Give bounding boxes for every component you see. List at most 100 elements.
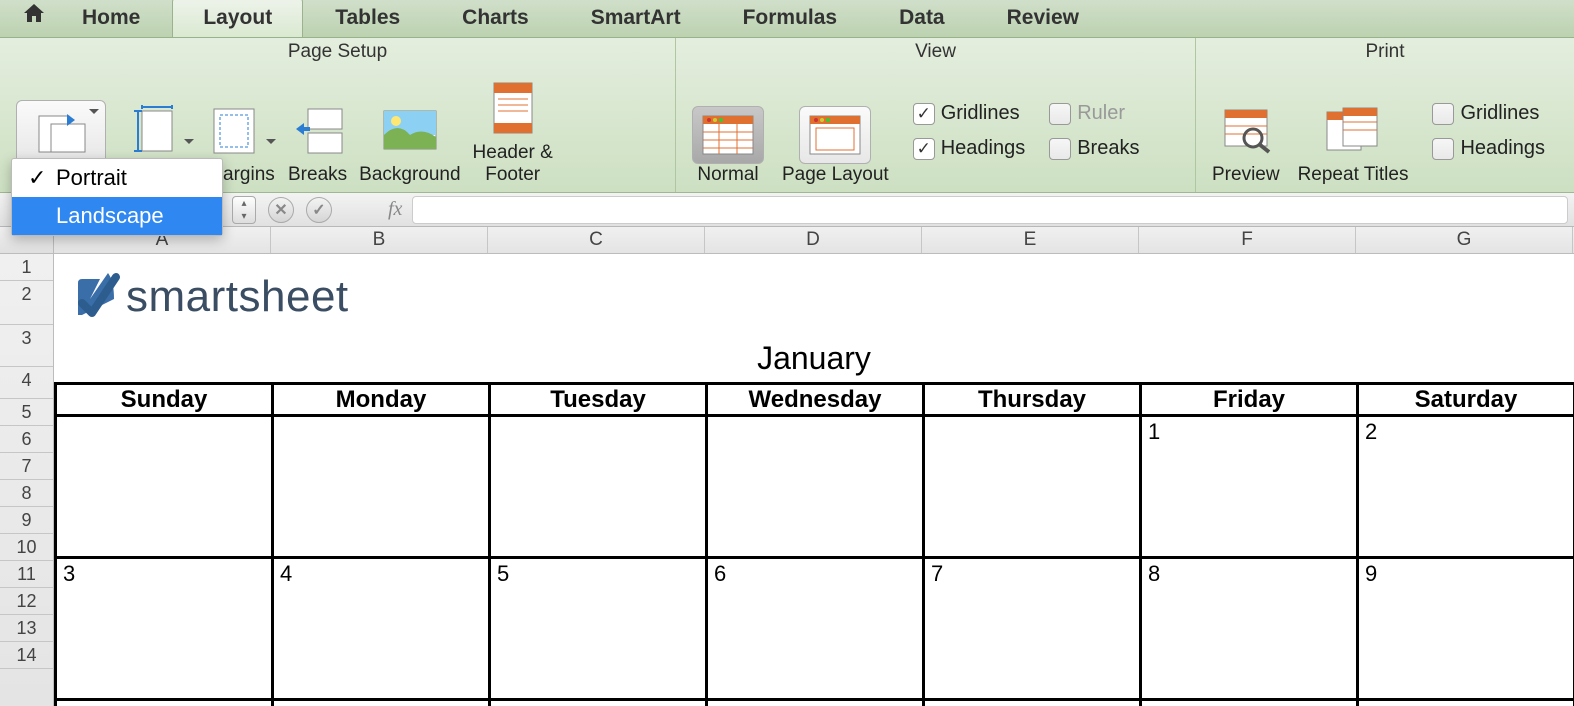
group-print: Print Preview	[1196, 38, 1574, 192]
row-header[interactable]: 10	[0, 534, 53, 561]
calendar-cell[interactable]: 8	[1142, 559, 1359, 701]
tab-data-label: Data	[899, 6, 945, 29]
calendar-cell[interactable]	[925, 417, 1142, 559]
ruler-checkbox[interactable]: Ruler	[1049, 102, 1139, 125]
row-header[interactable]: 12	[0, 588, 53, 615]
check-icon	[1432, 138, 1454, 160]
view-breaks-label: Breaks	[1077, 137, 1139, 160]
calendar-cell[interactable]	[274, 417, 491, 559]
day-header: Tuesday	[491, 385, 708, 417]
row-header[interactable]: 6	[0, 426, 53, 453]
ruler-label: Ruler	[1077, 102, 1125, 125]
view-breaks-checkbox[interactable]: Breaks	[1049, 137, 1139, 160]
calendar-cell[interactable]: 5	[491, 559, 708, 701]
row-header[interactable]: 11	[0, 561, 53, 588]
headings-label: Headings	[941, 137, 1026, 160]
preview-button[interactable]: Preview	[1206, 100, 1286, 186]
check-icon: ✓	[28, 165, 46, 191]
tab-tables[interactable]: Tables	[305, 0, 430, 37]
repeat-titles-button[interactable]: Repeat Titles	[1292, 100, 1415, 186]
calendar-cell[interactable]	[274, 701, 491, 706]
normal-view-button[interactable]: Normal	[686, 106, 770, 186]
month-title: January	[54, 340, 1574, 382]
row-header[interactable]: 2	[0, 281, 53, 325]
calendar-cell[interactable]: 3	[57, 559, 274, 701]
tab-data[interactable]: Data	[869, 0, 975, 37]
logo-text: smartsheet	[126, 272, 349, 322]
calendar-cell[interactable]	[57, 701, 274, 706]
row-header[interactable]: 5	[0, 399, 53, 426]
formula-input[interactable]	[412, 196, 1568, 224]
tab-layout[interactable]: Layout	[172, 0, 303, 37]
background-label: Background	[359, 164, 460, 186]
tab-layout-label: Layout	[203, 6, 272, 29]
calendar-cell[interactable]	[708, 417, 925, 559]
calendar-cell[interactable]: 7	[925, 559, 1142, 701]
row-header[interactable]: 1	[0, 254, 53, 281]
cancel-formula-button[interactable]: ✕	[268, 197, 294, 223]
accept-formula-button[interactable]: ✓	[306, 197, 332, 223]
tab-tables-label: Tables	[335, 6, 400, 29]
page-layout-view-button[interactable]: Page Layout	[776, 106, 895, 186]
column-header[interactable]: D	[705, 227, 922, 253]
row-header[interactable]: 4	[0, 367, 53, 399]
orientation-landscape-item[interactable]: Landscape	[12, 197, 222, 235]
namebox-stepper[interactable]: ▴▾	[232, 196, 256, 224]
tab-smartart-label: SmartArt	[591, 6, 681, 29]
calendar-cell[interactable]	[925, 701, 1142, 706]
print-gridlines-checkbox[interactable]: Gridlines	[1432, 102, 1545, 125]
gridlines-checkbox[interactable]: ✓Gridlines	[913, 102, 1026, 125]
calendar-cell[interactable]	[1359, 701, 1574, 706]
breaks-icon	[290, 105, 346, 155]
column-header[interactable]: C	[488, 227, 705, 253]
page-layout-view-label: Page Layout	[782, 164, 889, 186]
fx-button[interactable]	[344, 197, 370, 223]
row-header[interactable]: 14	[0, 642, 53, 669]
tab-home[interactable]: Home	[52, 0, 170, 37]
repeat-titles-label: Repeat Titles	[1298, 164, 1409, 186]
calendar-cell[interactable]: 2	[1359, 417, 1574, 559]
orientation-portrait-item[interactable]: ✓ Portrait	[12, 159, 222, 197]
calendar-cell[interactable]	[491, 701, 708, 706]
column-header[interactable]: F	[1139, 227, 1356, 253]
calendar-cell[interactable]: 9	[1359, 559, 1574, 701]
x-icon: ✕	[274, 200, 287, 220]
print-headings-label: Headings	[1460, 137, 1545, 160]
ribbon-tabs: Home Layout Tables Charts SmartArt Formu…	[0, 0, 1574, 38]
column-header[interactable]: E	[922, 227, 1139, 253]
tab-review[interactable]: Review	[977, 0, 1109, 37]
calendar-cell[interactable]: 1	[1142, 417, 1359, 559]
orientation-icon	[33, 108, 89, 156]
breaks-button[interactable]: Breaks	[282, 100, 353, 186]
group-print-title: Print	[1196, 38, 1574, 65]
calendar-cell[interactable]	[57, 417, 274, 559]
day-header: Friday	[1142, 385, 1359, 417]
row-header[interactable]: 3	[0, 325, 53, 367]
cells-area[interactable]: smartsheet January Sunday Monday Tuesday…	[54, 254, 1574, 340]
tab-formulas[interactable]: Formulas	[713, 0, 868, 37]
orientation-landscape-label: Landscape	[56, 203, 164, 229]
header-footer-button[interactable]: Header & Footer	[467, 78, 559, 186]
row-header[interactable]: 7	[0, 453, 53, 480]
row-header[interactable]: 13	[0, 615, 53, 642]
tab-smartart[interactable]: SmartArt	[561, 0, 711, 37]
day-header: Sunday	[57, 385, 274, 417]
day-header: Thursday	[925, 385, 1142, 417]
row-header[interactable]: 8	[0, 480, 53, 507]
calendar-cell[interactable]	[708, 701, 925, 706]
row-header[interactable]: 9	[0, 507, 53, 534]
column-header[interactable]: B	[271, 227, 488, 253]
background-button[interactable]: Background	[353, 100, 466, 186]
gridlines-label: Gridlines	[941, 102, 1020, 125]
calendar-cell[interactable]: 6	[708, 559, 925, 701]
tab-charts[interactable]: Charts	[432, 0, 559, 37]
headings-checkbox[interactable]: ✓Headings	[913, 137, 1026, 160]
home-icon[interactable]	[4, 1, 52, 36]
calendar-cell[interactable]: 4	[274, 559, 491, 701]
calendar-cell[interactable]	[1142, 701, 1359, 706]
row-headers: 1 2 3 4 5 6 7 8 9 10 11 12 13 14	[0, 254, 54, 706]
background-icon	[380, 105, 440, 155]
print-headings-checkbox[interactable]: Headings	[1432, 137, 1545, 160]
calendar-cell[interactable]	[491, 417, 708, 559]
column-header[interactable]: G	[1356, 227, 1573, 253]
